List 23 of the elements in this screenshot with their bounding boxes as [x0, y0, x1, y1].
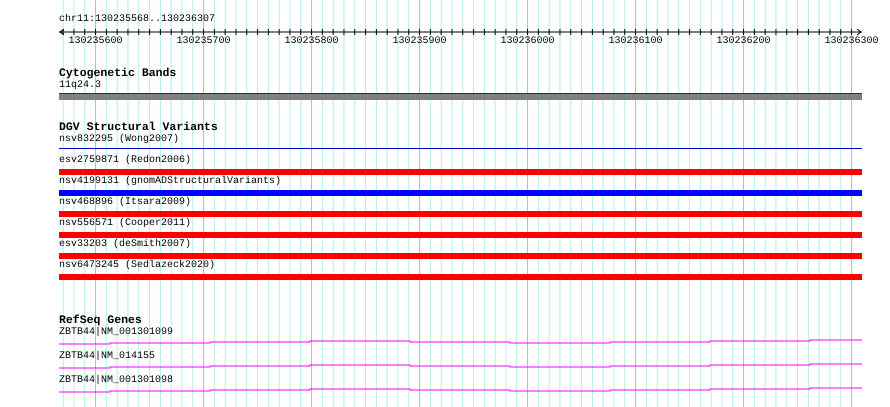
variant-label: nsv832295 (Wong2007)	[59, 134, 180, 146]
track-title: RefSeq Genes	[59, 314, 142, 327]
gene-label: ZBTB44|NM_001301099	[59, 327, 174, 339]
gene-label: ZBTB44|NM_014155	[59, 351, 156, 363]
ruler-label: 130235800	[284, 36, 339, 48]
track-title: DGV Structural Variants	[59, 121, 218, 134]
ruler-label: 130236100	[608, 36, 663, 48]
ruler-label: 130236000	[500, 36, 555, 48]
variant-label: nsv556571 (Cooper2011)	[59, 218, 192, 230]
variant-label: nsv4199131 (gnomADStructuralVariants)	[59, 176, 282, 188]
ruler-label: 130235900	[392, 36, 447, 48]
band-label: 11q24.3	[59, 80, 102, 92]
gene-label: ZBTB44|NM_001301098	[59, 375, 174, 387]
track-title: Cytogenetic Bands	[59, 67, 176, 80]
variant-label: esv33203 (deSmith2007)	[59, 239, 192, 251]
ruler-label: 130236300	[824, 36, 879, 48]
ruler-label: 130236200	[716, 36, 771, 48]
ruler-label: 130235700	[176, 36, 231, 48]
variant-label: nsv6473245 (Sedlazeck2020)	[59, 260, 216, 272]
ruler-label: 130235600	[68, 36, 123, 48]
variant-label: nsv468896 (Itsara2009)	[59, 197, 192, 209]
variant-label: esv2759871 (Redon2006)	[59, 155, 192, 167]
location-label: chr11:130235568..130236307	[59, 14, 216, 26]
